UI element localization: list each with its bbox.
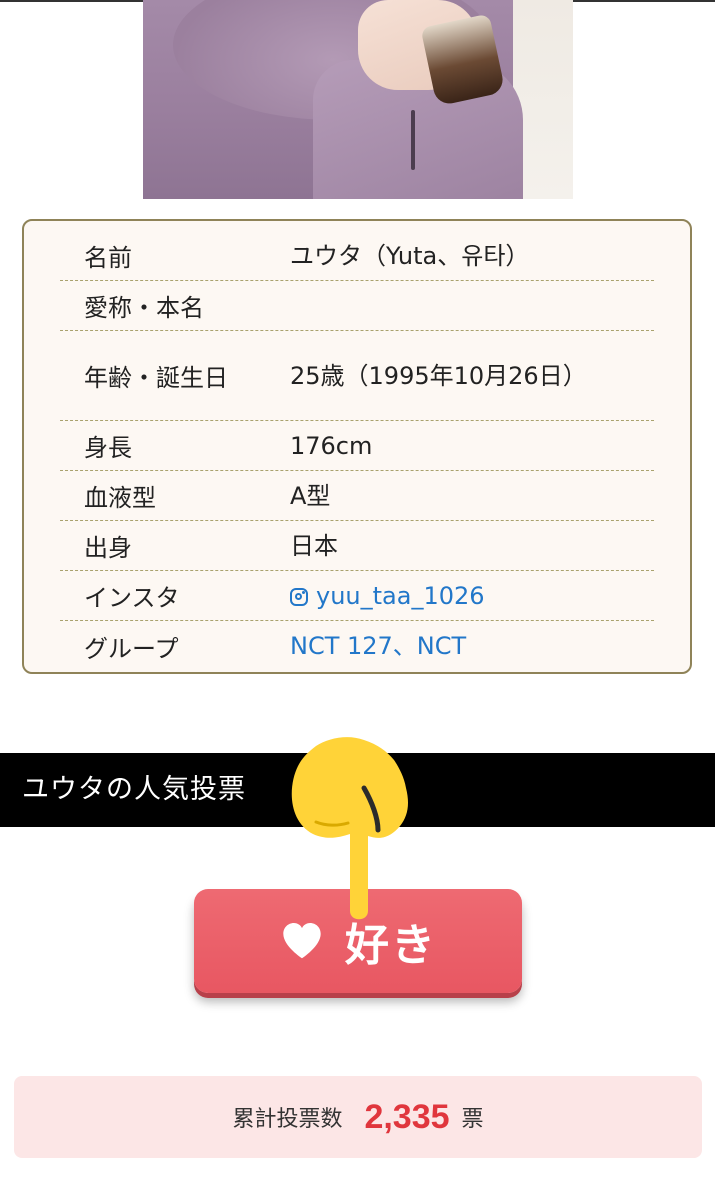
pointing-down-hand-icon [291,737,408,920]
instagram-icon [290,587,308,606]
profile-row-origin: 出身 日本 [60,521,654,571]
total-votes-unit: 票 [461,1107,484,1132]
profile-photo [143,0,573,199]
total-votes-label: 累計投票数 [232,1107,343,1132]
group-link[interactable]: NCT 127、NCT [290,629,654,663]
row-key: 身長 [84,434,132,462]
profile-row-nickname: 愛称・本名 [60,281,654,331]
profile-row-group: グループ NCT 127、NCT [60,621,654,671]
row-key: インスタ [84,584,180,612]
profile-row-instagram: インスタ yuu_taa_1026 [60,571,654,621]
row-key: 血液型 [84,484,156,512]
row-value: A型 [290,481,331,510]
page: 名前 ユウタ（Yuta、유타） 愛称・本名 年齢・誕生日 25歳（1995年10… [0,0,715,1200]
row-key: 愛称・本名 [84,294,204,322]
instagram-handle[interactable]: yuu_taa_1026 [316,582,485,610]
profile-table: 名前 ユウタ（Yuta、유타） 愛称・本名 年齢・誕生日 25歳（1995年10… [22,219,692,674]
row-value: 176cm [290,431,373,460]
row-key: 出身 [84,534,132,562]
total-votes-box: 累計投票数 2,335 票 [14,1076,702,1158]
profile-row-blood-type: 血液型 A型 [60,471,654,521]
row-key: グループ [84,634,179,663]
profile-row-name: 名前 ユウタ（Yuta、유타） [60,231,654,281]
vote-section-title: ユウタの人気投票 [22,774,246,805]
row-key: 名前 [84,244,132,272]
profile-row-age: 年齢・誕生日 25歳（1995年10月26日） [60,331,654,421]
row-key: 年齢・誕生日 [84,364,228,392]
profile-row-height: 身長 176cm [60,421,654,471]
row-value: ユウタ（Yuta、유타） [290,241,530,270]
total-votes-count: 2,335 [364,1097,450,1136]
row-value: 25歳（1995年10月26日） [290,361,587,390]
row-value: 日本 [290,531,338,560]
instagram-link[interactable]: yuu_taa_1026 [290,579,654,613]
